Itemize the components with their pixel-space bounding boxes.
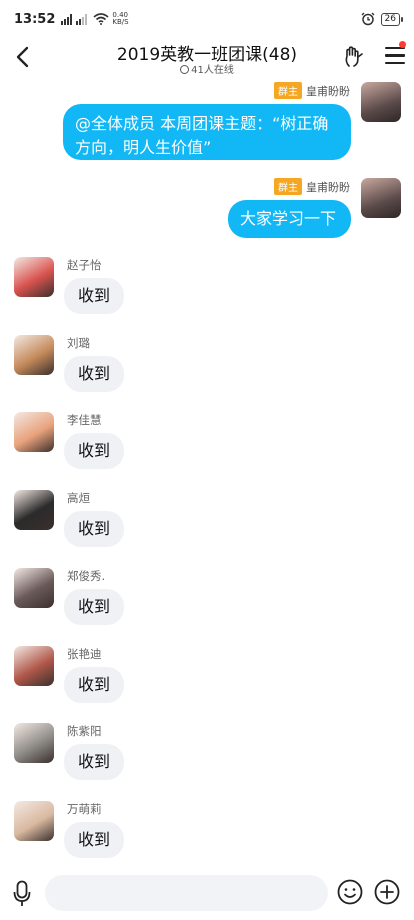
plus-icon[interactable] (374, 879, 400, 905)
owner-badge: 群主 (274, 178, 302, 195)
message-bubble[interactable]: 收到 (64, 744, 125, 780)
online-count-text: 41人在线 (191, 65, 234, 76)
status-time: 13:52 (14, 11, 56, 27)
owner-badge: 群主 (274, 82, 302, 99)
sender-name: 李佳慧 (67, 413, 102, 427)
message-bubble[interactable]: 大家学习一下 (228, 200, 351, 238)
chat-area[interactable]: 群主 皇甫盼盼 @全体成员 本周团课主题：“树正确 方向，明人生价值” 群主 皇甫盼… (0, 80, 414, 868)
net-speed-unit: KB/S (112, 18, 129, 26)
sender-meta: 群主 皇甫盼盼 (274, 82, 350, 99)
battery-indicator: 26 (380, 12, 404, 26)
message-bubble[interactable]: 收到 (64, 511, 125, 547)
avatar[interactable] (14, 490, 54, 530)
sender-name: 张艳迪 (67, 647, 102, 661)
sender-name: 赵子怡 (67, 258, 102, 272)
signal-icon (61, 13, 73, 25)
avatar[interactable] (14, 568, 54, 608)
signal-icon (76, 13, 88, 25)
message-bubble[interactable]: 收到 (64, 356, 125, 392)
chat-header: 2019英教一班团课(48) 41人在线 (0, 38, 414, 80)
message-text: 大家学习一下 (240, 209, 337, 228)
sender-name: 高烜 (67, 491, 90, 505)
sender-meta: 群主 皇甫盼盼 (274, 178, 350, 195)
alarm-icon (361, 12, 375, 26)
sender-name: 皇甫盼盼 (306, 85, 350, 98)
avatar[interactable] (14, 257, 54, 297)
avatar[interactable] (361, 178, 401, 218)
emoji-icon[interactable] (337, 879, 363, 905)
message-bubble[interactable]: 收到 (64, 589, 125, 625)
sender-name: 陈紫阳 (67, 724, 102, 738)
avatar[interactable] (14, 412, 54, 452)
message-bubble[interactable]: 收到 (64, 433, 125, 469)
status-bar: 13:52 0.40 KB/S 26 (0, 0, 414, 38)
message-bubble[interactable]: 收到 (64, 667, 125, 703)
online-status-icon (180, 65, 190, 74)
avatar[interactable] (14, 801, 54, 841)
sender-name: 皇甫盼盼 (306, 181, 350, 194)
hand-icon[interactable] (342, 45, 366, 69)
avatar[interactable] (361, 82, 401, 122)
avatar[interactable] (14, 723, 54, 763)
wifi-icon (93, 13, 109, 25)
notification-dot (399, 41, 406, 48)
message-input[interactable] (45, 875, 328, 911)
sender-name: 刘璐 (67, 336, 90, 350)
menu-icon[interactable] (385, 47, 405, 65)
sender-name: 万萌莉 (67, 802, 102, 816)
message-text-line: 方向，明人生价值” (75, 138, 212, 157)
message-bubble[interactable]: @全体成员 本周团课主题：“树正确 方向，明人生价值” (63, 104, 351, 160)
message-text-line: @全体成员 本周团课主题：“树正确 (75, 114, 329, 133)
message-bubble[interactable]: 收到 (64, 278, 125, 314)
input-bar (0, 868, 414, 920)
avatar[interactable] (14, 335, 54, 375)
net-speed: 0.40 KB/S (112, 12, 128, 26)
mic-icon[interactable] (13, 880, 31, 908)
avatar[interactable] (14, 646, 54, 686)
message-bubble[interactable]: 收到 (64, 822, 125, 858)
sender-name: 郑俊秀. (67, 569, 106, 583)
